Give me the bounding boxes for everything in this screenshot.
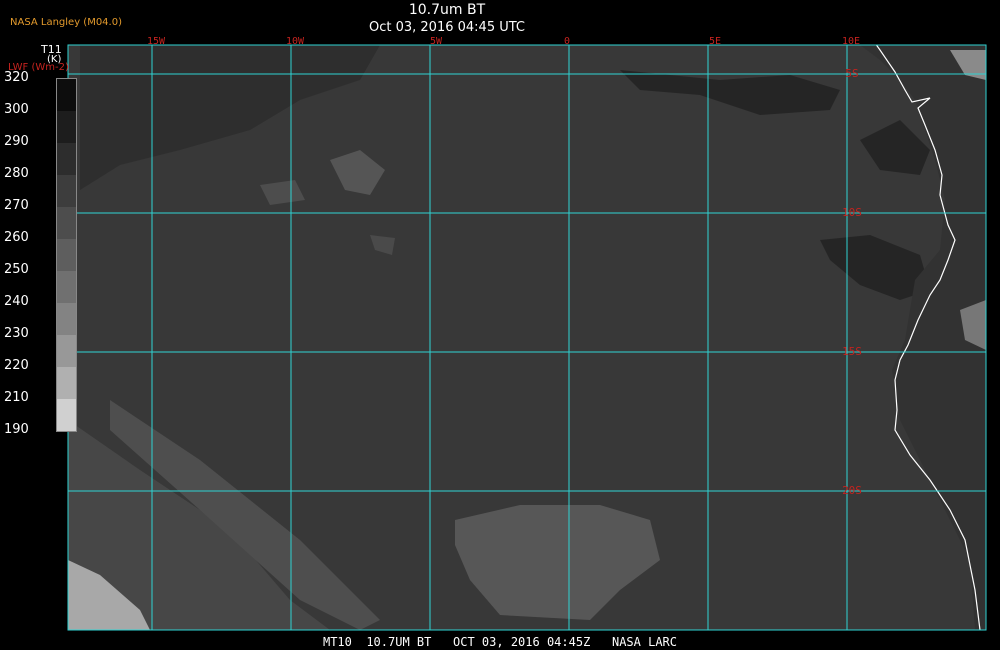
colorbar-segment [57,367,76,399]
lat-label: 5S [845,67,858,80]
lon-label: 5E [709,36,721,47]
colorbar-tick-label: 230 [4,326,29,341]
colorbar-tick-label: 210 [4,390,29,405]
colorbar-segment [57,399,76,431]
colorbar-segment [57,271,76,303]
colorbar-segment [57,303,76,335]
colorbar-segment [57,239,76,271]
lat-label: 15S [842,345,862,358]
colorbar-segment [57,111,76,143]
colorbar-tick-label: 300 [4,102,29,117]
colorbar-tick-label: 190 [4,422,29,437]
colorbar-tick-label: 260 [4,230,29,245]
colorbar [56,78,77,432]
colorbar-segment [57,175,76,207]
lat-label: 20S [842,484,862,497]
colorbar-segment [57,335,76,367]
lon-label: 10E [842,36,860,47]
colorbar-tick-label: 280 [4,166,29,181]
colorbar-tick-label: 290 [4,134,29,149]
colorbar-tick-label: 250 [4,262,29,277]
colorbar-tick-label: 220 [4,358,29,373]
lon-label: 10W [286,36,305,47]
colorbar-tick-label: 240 [4,294,29,309]
colorbar-segment [57,143,76,175]
colorbar-segment [57,207,76,239]
colorbar-tick-label: 270 [4,198,29,213]
satellite-map: 15W 10W 5W 0 5E 10E 5S 10S 15S 20S [67,36,987,631]
lon-label: 5W [430,36,443,47]
lat-label: 10S [842,206,862,219]
colorbar-segment [57,79,76,111]
footer-caption: MT10 10.7UM BT OCT 03, 2016 04:45Z NASA … [322,635,677,649]
lon-label: 0 [564,36,570,47]
lon-label: 15W [147,36,166,47]
colorbar-tick-label: 320 [4,70,29,85]
